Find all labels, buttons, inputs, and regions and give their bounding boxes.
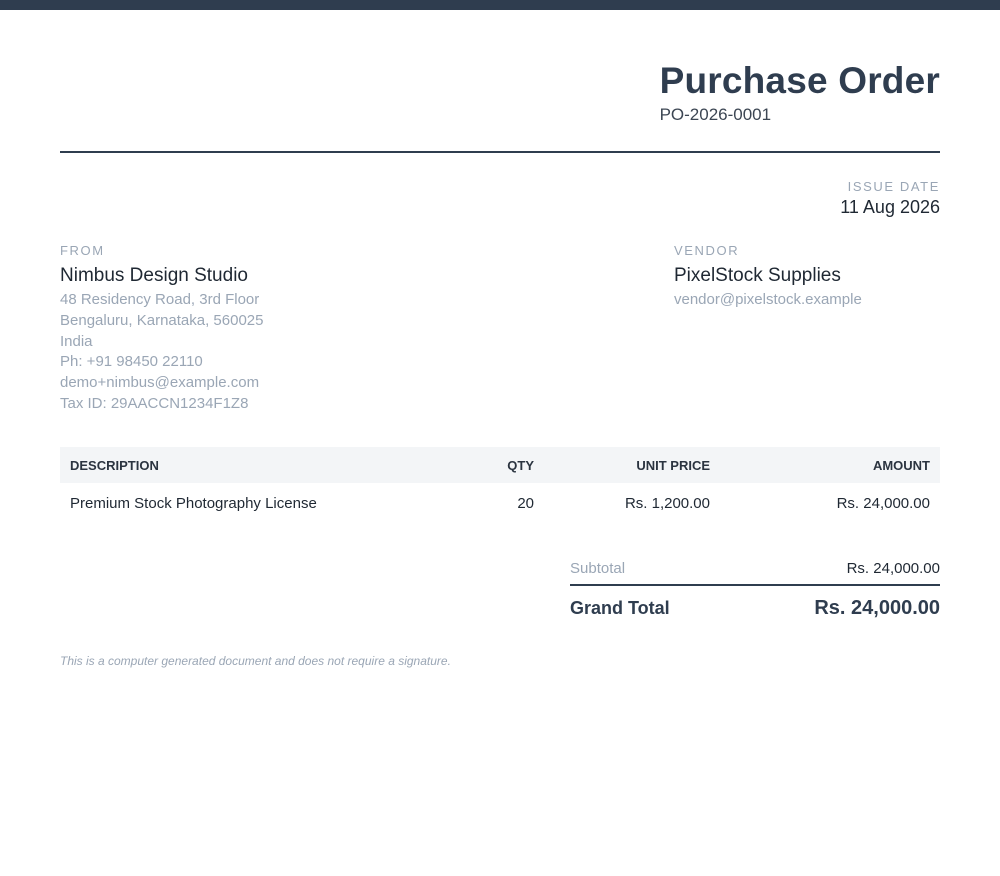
vendor-email: vendor@pixelstock.example bbox=[674, 291, 862, 308]
page-title: Purchase Order bbox=[659, 60, 940, 101]
from-phone: Ph: +91 98450 22110 bbox=[60, 353, 203, 371]
vendor-section: VENDOR PixelStock Supplies vendor@pixels… bbox=[674, 243, 940, 311]
grand-total-row: Grand Total Rs. 24,000.00 bbox=[570, 586, 940, 630]
header-description: DESCRIPTION bbox=[70, 457, 159, 473]
row-unit-price: Rs. 1,200.00 bbox=[624, 494, 710, 512]
table-row: Premium Stock Photography License 20 Rs.… bbox=[60, 483, 940, 523]
vendor-label: VENDOR bbox=[674, 243, 740, 258]
header-amount: AMOUNT bbox=[872, 457, 930, 473]
line-items-table: DESCRIPTION QTY UNIT PRICE AMOUNT Premiu… bbox=[60, 447, 940, 523]
from-tax-id: Tax ID: 29AACCN1234F1Z8 bbox=[60, 394, 249, 412]
row-amount: Rs. 24,000.00 bbox=[836, 494, 930, 512]
purchase-order-document: Purchase Order PO-2026-0001 ISSUE DATE 1… bbox=[60, 0, 940, 876]
row-qty: 20 bbox=[517, 494, 534, 512]
footer-note: This is a computer generated document an… bbox=[60, 654, 451, 668]
po-number: PO-2026-0001 bbox=[659, 105, 772, 124]
table-header: DESCRIPTION QTY UNIT PRICE AMOUNT bbox=[60, 447, 940, 483]
from-email: demo+nimbus@example.com bbox=[60, 374, 260, 392]
issue-date-label: ISSUE DATE bbox=[847, 179, 940, 194]
totals-section: Subtotal Rs. 24,000.00 Grand Total Rs. 2… bbox=[570, 552, 940, 630]
subtotal-value: Rs. 24,000.00 bbox=[846, 559, 940, 577]
issue-date-value: 11 Aug 2026 bbox=[840, 197, 940, 217]
issue-date-block: ISSUE DATE 11 Aug 2026 bbox=[840, 179, 940, 218]
subtotal-row: Subtotal Rs. 24,000.00 bbox=[570, 552, 940, 584]
header-divider bbox=[60, 151, 940, 153]
grand-total-label: Grand Total bbox=[570, 597, 670, 618]
from-country: India bbox=[60, 332, 93, 350]
row-description: Premium Stock Photography License bbox=[70, 494, 317, 512]
header-qty: QTY bbox=[507, 457, 534, 473]
from-section: FROM Nimbus Design Studio 48 Residency R… bbox=[60, 243, 460, 415]
vendor-name: PixelStock Supplies bbox=[674, 265, 841, 286]
from-address-line-1: 48 Residency Road, 3rd Floor bbox=[60, 291, 260, 308]
header-unit-price: UNIT PRICE bbox=[636, 457, 710, 473]
from-name: Nimbus Design Studio bbox=[60, 265, 248, 286]
document-header: Purchase Order PO-2026-0001 bbox=[660, 58, 940, 126]
from-label: FROM bbox=[60, 243, 105, 258]
grand-total-value: Rs. 24,000.00 bbox=[814, 596, 940, 619]
subtotal-label: Subtotal bbox=[570, 559, 626, 577]
from-address-line-2: Bengaluru, Karnataka, 560025 bbox=[60, 311, 264, 329]
